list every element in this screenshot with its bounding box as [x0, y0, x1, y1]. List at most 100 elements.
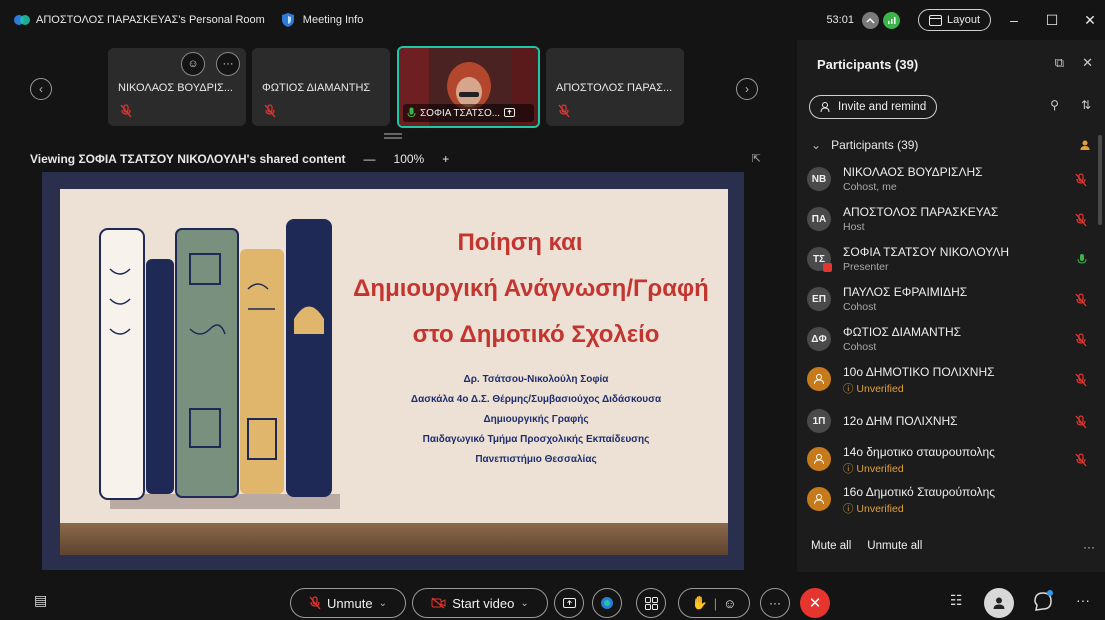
- muted-mic-icon[interactable]: [1075, 453, 1087, 472]
- avatar: NB: [807, 167, 831, 191]
- tile-name: ΑΠΟΣΤΟΛΟΣ ΠΑΡΑΣ...: [556, 82, 673, 94]
- video-tile-sofia-active[interactable]: ΣΟΦΙΑ ΤΣΑΤΣΟ...: [397, 46, 540, 128]
- participant-name: ΠΑΥΛΟΣ ΕΦΡΑΙΜΙΔΗΣ: [843, 285, 968, 299]
- tile-name: ΝΙΚΟΛΑΟΣ ΒΟΥΔΡΙΣ...: [118, 82, 233, 94]
- muted-mic-icon[interactable]: [1075, 333, 1087, 352]
- participant-role: Host: [843, 221, 865, 233]
- participant-row[interactable]: ΤΣ ΣΟΦΙΑ ΤΣΑΤΣΟΥ ΝΙΚΟΛΟΥΛΗ Presenter: [807, 241, 1091, 279]
- guest-avatar-icon: [807, 367, 831, 391]
- reactions-button[interactable]: ✋ | ☺: [678, 588, 750, 618]
- start-video-button[interactable]: Start video ⌄: [412, 588, 548, 618]
- more-options-button[interactable]: ···: [760, 588, 790, 618]
- more-icon[interactable]: ···: [1076, 592, 1090, 608]
- participant-row[interactable]: ΕΠ ΠΑΥΛΟΣ ΕΦΡΑΙΜΙΔΗΣ Cohost: [807, 281, 1091, 319]
- tile-name: ΦΩΤΙΟΣ ΔΙΑΜΑΝΤΗΣ: [262, 82, 371, 94]
- add-person-icon: [820, 102, 830, 113]
- expand-icon[interactable]: ⇱: [752, 152, 761, 165]
- audio-status-icon[interactable]: [882, 11, 900, 29]
- participant-row[interactable]: 14ο δημοτικο σταυρουπολης ⓘ Unverified: [807, 441, 1091, 479]
- panel-scrollbar[interactable]: [1098, 135, 1102, 225]
- sort-icon[interactable]: ⇅: [1081, 98, 1091, 112]
- participants-panel: Participants (39) ⧉ ✕ Invite and remind …: [797, 40, 1105, 572]
- zoom-out-button[interactable]: —: [364, 152, 376, 166]
- strip-resize-handle[interactable]: [384, 133, 402, 139]
- participants-group-header[interactable]: ⌄ Participants (39): [811, 138, 1091, 152]
- meeting-info-link[interactable]: Meeting Info: [303, 14, 364, 26]
- title-bar: ΑΠΟΣΤΟΛΟΣ ΠΑΡΑΣΚΕΥΑΣ's Personal Room Mee…: [0, 0, 1105, 40]
- panel-title: Participants (39): [817, 57, 919, 72]
- leave-meeting-button[interactable]: ✕: [800, 588, 830, 618]
- participant-name: 12ο ΔΗΜ ΠΟΛΙΧΝΗΣ: [843, 414, 958, 428]
- zoom-level[interactable]: 100%: [394, 152, 425, 166]
- muted-mic-icon: [309, 596, 321, 610]
- strip-next-button[interactable]: ›: [736, 78, 758, 100]
- tile-name: ΣΟΦΙΑ ΤΣΑΤΣΟ...: [420, 107, 501, 119]
- participant-name: ΝΙΚΟΛΑΟΣ ΒΟΥΔΡΙΣΛΗΣ: [843, 165, 983, 179]
- emoji-icon: ☺: [723, 595, 737, 611]
- participant-row[interactable]: 1Π 12ο ΔΗΜ ΠΟΛΙΧΝΗΣ: [807, 403, 1091, 441]
- muted-mic-icon[interactable]: [1075, 415, 1087, 434]
- slide-position: Δασκάλα 4ο Δ.Σ. Θέρμης/Συμβασιούχος Διδά…: [410, 394, 662, 405]
- strip-prev-button[interactable]: ‹: [30, 78, 52, 100]
- layout-icon: [928, 14, 942, 26]
- more-icon[interactable]: ···: [216, 52, 240, 76]
- room-title: ΑΠΟΣΤΟΛΟΣ ΠΑΡΑΣΚΕΥΑΣ's Personal Room: [36, 14, 265, 26]
- participant-name: ΑΠΟΣΤΟΛΟΣ ΠΑΡΑΣΚΕΥΑΣ: [843, 205, 999, 219]
- chat-button[interactable]: [1032, 590, 1056, 614]
- reaction-icon[interactable]: ☺: [181, 52, 205, 76]
- video-tile-nikolaos[interactable]: ☺ ··· ΝΙΚΟΛΑΟΣ ΒΟΥΔΡΙΣ...: [108, 48, 246, 126]
- slide-subject: Δημιουργικής Γραφής: [483, 414, 589, 425]
- apps-button[interactable]: [636, 588, 666, 618]
- avatar: ΠΑ: [807, 207, 831, 231]
- video-tile-fotios[interactable]: ΦΩΤΙΟΣ ΔΙΑΜΑΝΤΗΣ: [252, 48, 390, 126]
- participant-row[interactable]: ΠΑ ΑΠΟΣΤΟΛΟΣ ΠΑΡΑΣΚΕΥΑΣ Host: [807, 201, 1091, 239]
- role-text: Unverified: [856, 463, 904, 475]
- apps-grid-icon: [644, 596, 658, 610]
- shield-icon[interactable]: [281, 12, 295, 28]
- slide-author: Δρ. Τσάτσου-Νικολούλη Σοφία: [463, 374, 609, 385]
- more-options-icon[interactable]: ···: [1083, 540, 1095, 554]
- video-strip: ‹ ☺ ··· ΝΙΚΟΛΑΟΣ ΒΟΥΔΡΙΣ... ΦΩΤΙΟΣ ΔΙΑΜΑ…: [0, 40, 797, 140]
- muted-mic-icon[interactable]: [1075, 373, 1087, 392]
- warning-icon: ⓘ: [843, 383, 857, 395]
- participants-icon: [993, 597, 1005, 609]
- assistant-icon: [601, 597, 613, 609]
- close-window-button[interactable]: ✕: [1075, 0, 1105, 40]
- mute-all-button[interactable]: Mute all: [811, 540, 851, 552]
- close-panel-icon[interactable]: ✕: [1082, 55, 1093, 71]
- participant-row[interactable]: ΔΦ ΦΩΤΙΟΣ ΔΙΑΜΑΝΤΗΣ Cohost: [807, 321, 1091, 359]
- captions-icon[interactable]: ▤: [34, 592, 47, 609]
- layout-button[interactable]: Layout: [917, 9, 991, 31]
- participant-row[interactable]: 10ο ΔΗΜΟΤΙΚΟ ΠΟΛΙΧΝΗΣ ⓘ Unverified: [807, 361, 1091, 399]
- participant-role: Cohost: [843, 341, 877, 353]
- muted-mic-icon[interactable]: [1075, 293, 1087, 312]
- participants-toggle-button[interactable]: [984, 588, 1014, 618]
- maximize-button[interactable]: ☐: [1037, 0, 1067, 40]
- muted-mic-icon[interactable]: [1075, 173, 1087, 192]
- minimize-button[interactable]: –: [999, 0, 1029, 40]
- participant-row[interactable]: 16ο Δημοτικό Σταυρούπολης ⓘ Unverified: [807, 481, 1091, 519]
- active-tile-footer: ΣΟΦΙΑ ΤΣΑΤΣΟ...: [403, 104, 534, 122]
- wood-floor: [60, 523, 728, 555]
- group-label: Participants (39): [831, 138, 919, 152]
- popout-icon[interactable]: ⧉: [1055, 55, 1064, 71]
- webex-assistant-button[interactable]: [592, 588, 622, 618]
- participant-row[interactable]: NB ΝΙΚΟΛΑΟΣ ΒΟΥΔΡΙΣΛΗΣ Cohost, me: [807, 161, 1091, 199]
- invite-and-remind-button[interactable]: Invite and remind: [809, 95, 938, 119]
- search-icon[interactable]: ⚲: [1050, 98, 1059, 112]
- muted-mic-icon[interactable]: [1075, 213, 1087, 232]
- zoom-in-button[interactable]: +: [442, 152, 449, 166]
- unmute-all-button[interactable]: Unmute all: [867, 540, 922, 552]
- share-header: Viewing ΣΟΦΙΑ ΤΣΑΤΣΟΥ ΝΙΚΟΛΟΥΛΗ's shared…: [0, 148, 797, 170]
- warning-icon: ⓘ: [843, 463, 857, 475]
- unmute-button[interactable]: Unmute ⌄: [290, 588, 406, 618]
- unmuted-mic-icon[interactable]: [1077, 253, 1087, 271]
- network-status-icon[interactable]: [861, 11, 879, 29]
- breakout-icon[interactable]: ☷: [950, 592, 963, 609]
- share-button[interactable]: [554, 588, 584, 618]
- participant-name: ΦΩΤΙΟΣ ΔΙΑΜΑΝΤΗΣ: [843, 325, 962, 339]
- video-tile-apostolos[interactable]: ΑΠΟΣΤΟΛΟΣ ΠΑΡΑΣ...: [546, 48, 684, 126]
- shared-content-area[interactable]: Ποίηση και Δημιουργική Ανάγνωση/Γραφή στ…: [42, 172, 744, 570]
- meeting-timer: 53:01: [826, 14, 854, 26]
- unmuted-mic-icon: [407, 107, 416, 118]
